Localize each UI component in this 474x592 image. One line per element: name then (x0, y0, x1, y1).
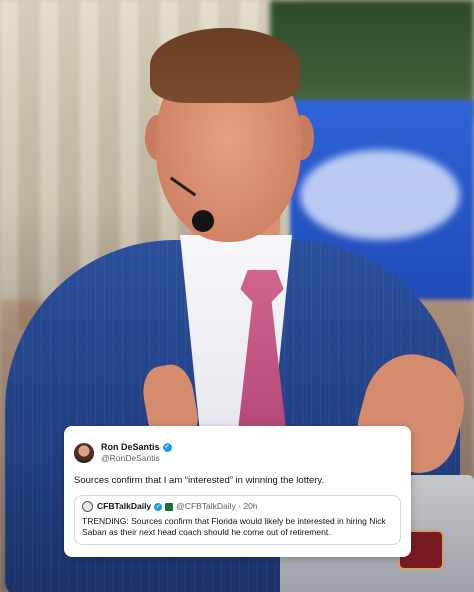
quoted-handle-and-time: @CFBTalkDaily · 20h (176, 501, 258, 511)
quoted-author-avatar[interactable] (82, 501, 93, 512)
author-names: Ron DeSantis ✓ @RonDeSantis (101, 442, 172, 464)
tweet-text: Sources confirm that I am “interested” i… (74, 475, 325, 486)
headset-mic-icon (192, 210, 214, 232)
verified-badge-icon: ✓ (162, 443, 172, 452)
background-sign-logo (300, 150, 460, 240)
hair (150, 28, 300, 103)
tweet-author-row: Ron DeSantis ✓ @RonDeSantis (74, 442, 401, 464)
quoted-tweet-text: TRENDING: Sources confirm that Florida w… (82, 516, 386, 537)
author-avatar[interactable] (74, 443, 94, 463)
quoted-verified-badge-icon: ✓ (154, 502, 163, 511)
author-name[interactable]: Ron DeSantis (101, 442, 160, 453)
quoted-tweet-header: CFBTalkDaily ✓ @CFBTalkDaily · 20h (82, 501, 393, 512)
author-name-line: Ron DeSantis ✓ (101, 442, 172, 453)
affiliation-badge-icon (165, 502, 174, 511)
photo-scene: Ron DeSantis ✓ @RonDeSantis Sources conf… (0, 0, 474, 592)
author-handle[interactable]: @RonDeSantis (101, 453, 172, 464)
tweet-card[interactable]: Ron DeSantis ✓ @RonDeSantis Sources conf… (64, 426, 411, 557)
quoted-author-name[interactable]: CFBTalkDaily (97, 501, 151, 512)
quoted-tweet[interactable]: CFBTalkDaily ✓ @CFBTalkDaily · 20h TREND… (74, 495, 401, 545)
